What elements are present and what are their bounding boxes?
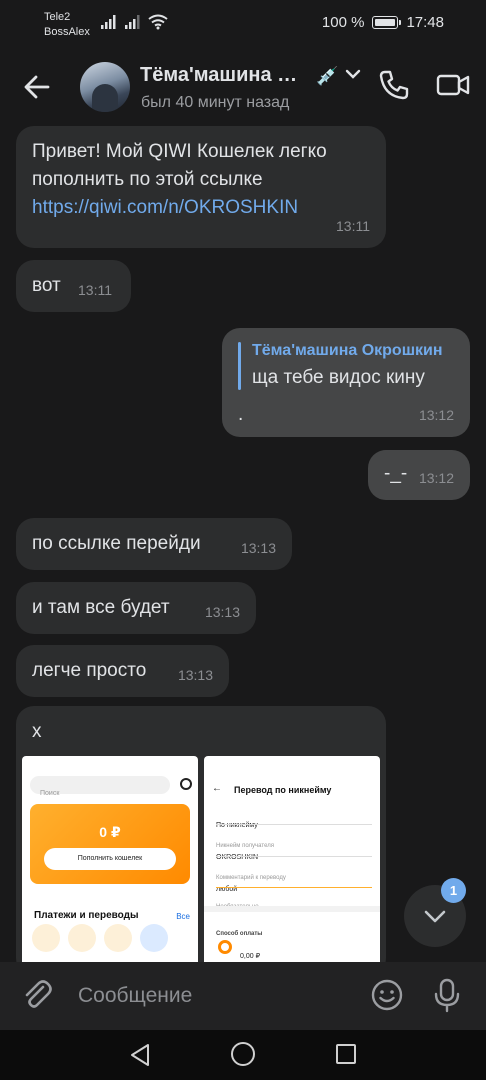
carrier-info: Tele2 BossAlex [44,10,90,40]
mini-all-link: Все [176,912,190,921]
mini-payment-icons [32,924,168,952]
chat-header: Тёма'машина Окрошкин 💉 был 40 минут наза… [0,48,486,124]
reply-author[interactable]: Тёма'машина Окрошкин [252,340,443,362]
cell-signal-icon [101,15,116,29]
mini-topup-button: Пополнить кошелек [44,848,176,870]
status-right: 100 % 17:48 [322,14,444,31]
mini-status-bar [204,756,380,768]
mini-section-separator [204,906,380,912]
message-text: и там все будет [32,597,170,618]
battery-icon [372,16,402,29]
message-in-with-images[interactable]: х Поиск 0 ₽ Пополнить кошелек Платежи и … [16,706,386,976]
message-text: -_- [384,463,408,484]
chevron-down-icon[interactable] [345,68,361,80]
status-bar: Tele2 BossAlex 100 % 17:48 [0,0,486,48]
syringe-emoji: 💉 [316,66,339,86]
message-out-reply[interactable]: Тёма'машина Окрошкин ща тебе видос кину … [222,328,470,437]
bell-icon [180,778,192,790]
message-composer [0,962,486,1030]
back-arrow-icon[interactable] [20,70,54,104]
emoji-smile-icon[interactable] [370,978,404,1012]
battery-percent: 100 % [321,14,365,31]
nav-back-icon[interactable] [128,1042,152,1068]
paperclip-icon[interactable] [20,978,56,1014]
message-in[interactable]: вот 13:11 [16,260,131,312]
message-in[interactable]: и там все будет 13:13 [16,582,256,634]
message-time: 13:13 [240,540,276,556]
video-call-icon[interactable] [436,70,470,100]
phone-call-icon[interactable] [377,68,411,102]
reply-quote-bar [238,342,241,390]
message-time: 13:13 [204,604,240,620]
carrier-name: Tele2 [44,11,71,23]
attached-image-qiwi-transfer[interactable]: ← Перевод по никнейму По никнейму Никней… [204,756,380,976]
message-text: по ссылке перейди [32,533,201,554]
mini-transfer-title: Перевод по никнейму [234,785,332,795]
qiwi-icon [32,924,60,952]
message-time: 13:12 [418,407,454,423]
mini-divider [216,824,372,825]
mini-divider-active [216,887,372,888]
cell-signal-2-icon [125,15,140,29]
nav-recents-icon[interactable] [336,1044,356,1064]
attached-image-qiwi-main[interactable]: Поиск 0 ₽ Пополнить кошелек Платежи и пе… [22,756,198,976]
tag-icon [68,924,96,952]
message-text: х [32,721,42,742]
message-in[interactable]: по ссылке перейди 13:13 [16,518,292,570]
chevron-down-icon [424,910,446,923]
wifi-icon [148,14,168,30]
reply-quoted-text[interactable]: ща тебе видос кину [252,365,425,391]
message-time: 13:11 [78,282,112,298]
message-input[interactable] [78,979,348,1013]
microphone-icon[interactable] [432,977,462,1013]
message-text: . [238,404,244,425]
qiwi-coin-icon [218,940,232,954]
qiwi-link[interactable]: https://qiwi.com/n/OKROSHKIN [32,194,370,222]
message-time: 13:13 [177,667,213,683]
mini-balance-card: 0 ₽ Пополнить кошелек [30,804,190,884]
avatar[interactable] [80,62,130,112]
message-text: вот [32,275,61,296]
card-icon [104,924,132,952]
message-time: 13:11 [336,218,370,234]
message-text: легче просто [32,660,147,681]
mini-search-field: Поиск [30,776,170,797]
message-time: 13:12 [418,470,454,486]
contact-name[interactable]: Тёма'машина Окрошкин [140,64,300,87]
last-seen-status: был 40 минут назад [141,94,290,111]
message-in-qiwi-link[interactable]: Привет! Мой QIWI Кошелек легко пополнить… [16,126,386,248]
unread-badge: 1 [441,878,466,903]
clock: 17:48 [406,14,444,31]
message-text-line: пополнить по этой ссылке [32,169,263,190]
mobile-icon [140,924,168,952]
operator-name: BossAlex [44,26,90,38]
message-out[interactable]: -_- 13:12 [368,450,470,500]
nav-home-icon[interactable] [231,1042,255,1066]
message-in[interactable]: легче просто 13:13 [16,645,229,697]
mini-balance: 0 ₽ [99,824,121,840]
message-text-line: Привет! Мой QIWI Кошелек легко [32,141,327,162]
mini-status-bar [22,756,198,768]
system-nav-bar [0,1030,486,1080]
mini-divider [216,856,372,857]
